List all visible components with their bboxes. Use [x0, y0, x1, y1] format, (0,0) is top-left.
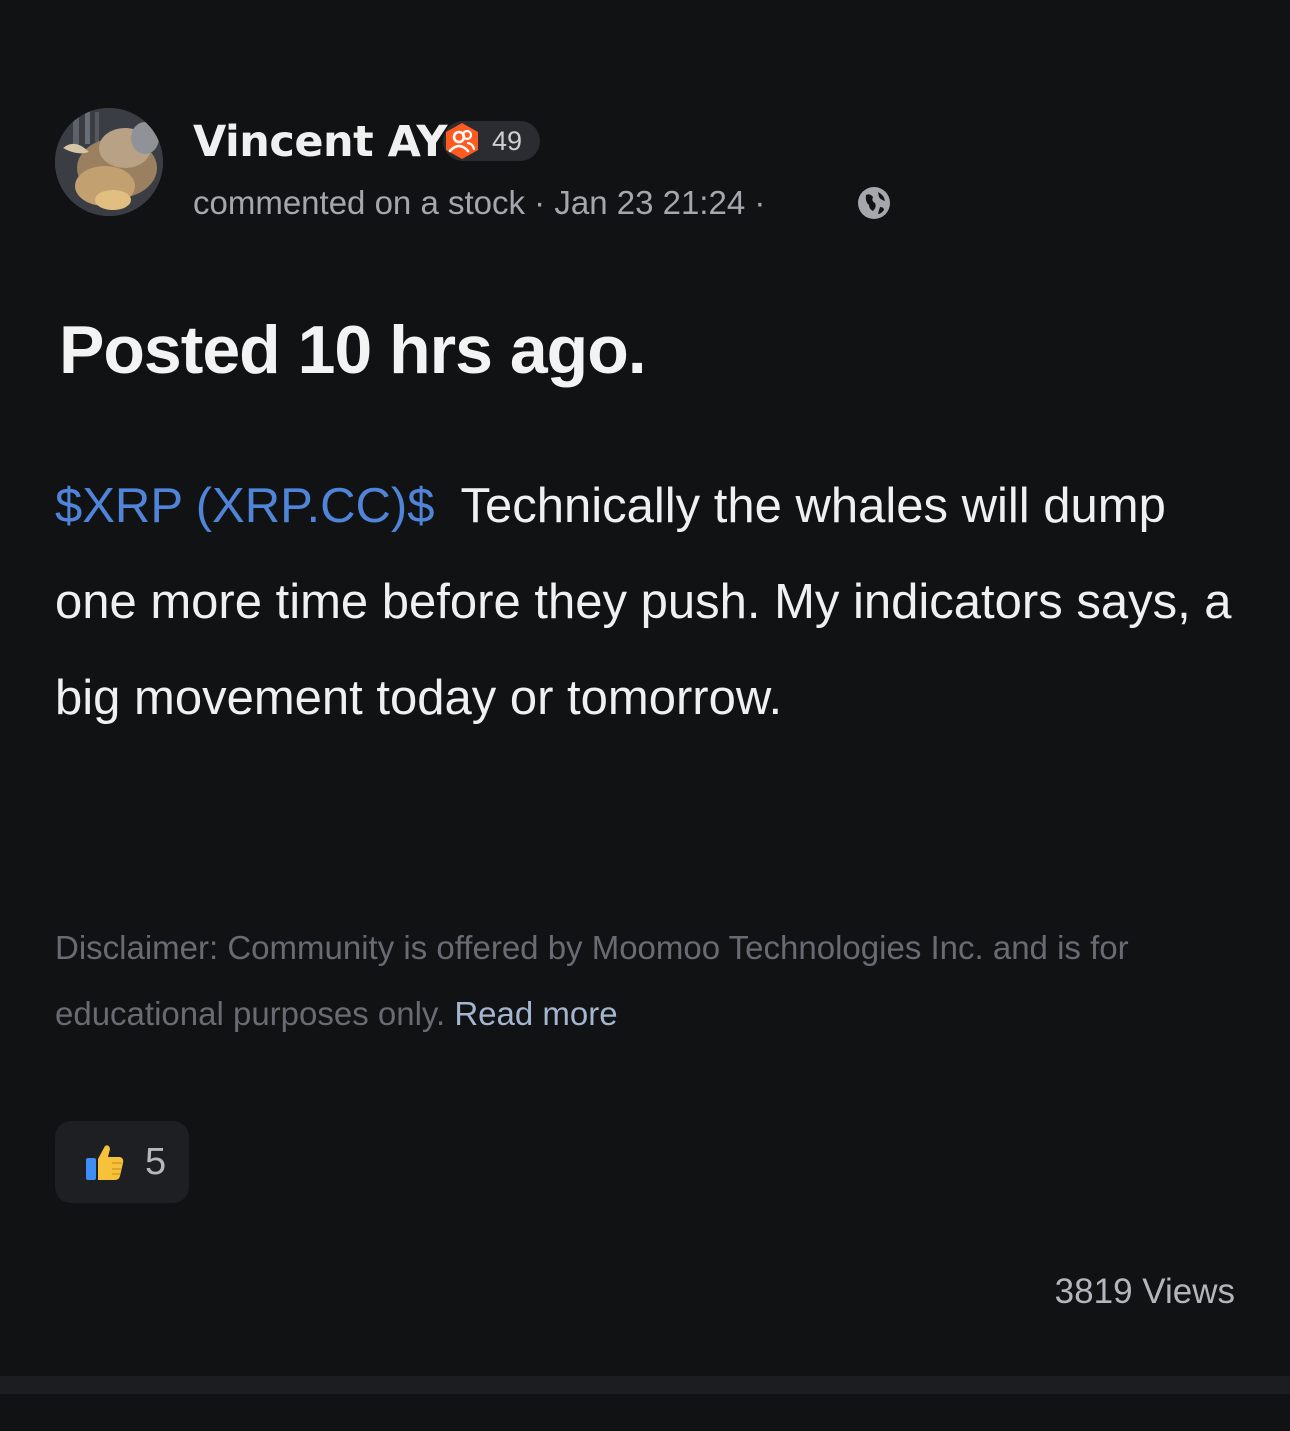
meta-separator: · — [534, 184, 555, 221]
community-badge-icon — [446, 123, 478, 159]
section-divider — [0, 1376, 1290, 1394]
like-button[interactable]: 5 — [55, 1121, 189, 1203]
post-header: Vincent AY 49 commented on a stock · Jan… — [55, 108, 1235, 221]
post-action: commented on a stock — [193, 184, 525, 221]
view-count: 3819 Views — [1054, 1272, 1235, 1311]
like-count: 5 — [145, 1141, 167, 1183]
post-title: Posted 10 hrs ago. — [59, 312, 647, 388]
globe-icon — [858, 187, 890, 219]
level-badge[interactable]: 49 — [443, 121, 540, 161]
next-section — [0, 1394, 1290, 1431]
read-more-link[interactable]: Read more — [454, 995, 617, 1032]
author-name[interactable]: Vincent AY — [193, 114, 447, 170]
post-card: Vincent AY 49 commented on a stock · Jan… — [0, 0, 1290, 1376]
disclaimer: Disclaimer: Community is offered by Moom… — [55, 915, 1235, 1047]
post-meta: commented on a stock · Jan 23 21:24 · — [193, 180, 765, 226]
badge-count: 49 — [492, 126, 523, 156]
avatar-image — [55, 108, 163, 216]
post-body: $XRP (XRP.CC)$ Technically the whales wil… — [55, 458, 1235, 746]
stock-ticker-link[interactable]: $XRP (XRP.CC)$ — [55, 479, 434, 533]
thumbs-up-icon — [86, 1145, 124, 1180]
post-timestamp: Jan 23 21:24 — [554, 184, 746, 221]
meta-separator: · — [754, 184, 766, 221]
avatar[interactable] — [55, 108, 163, 216]
